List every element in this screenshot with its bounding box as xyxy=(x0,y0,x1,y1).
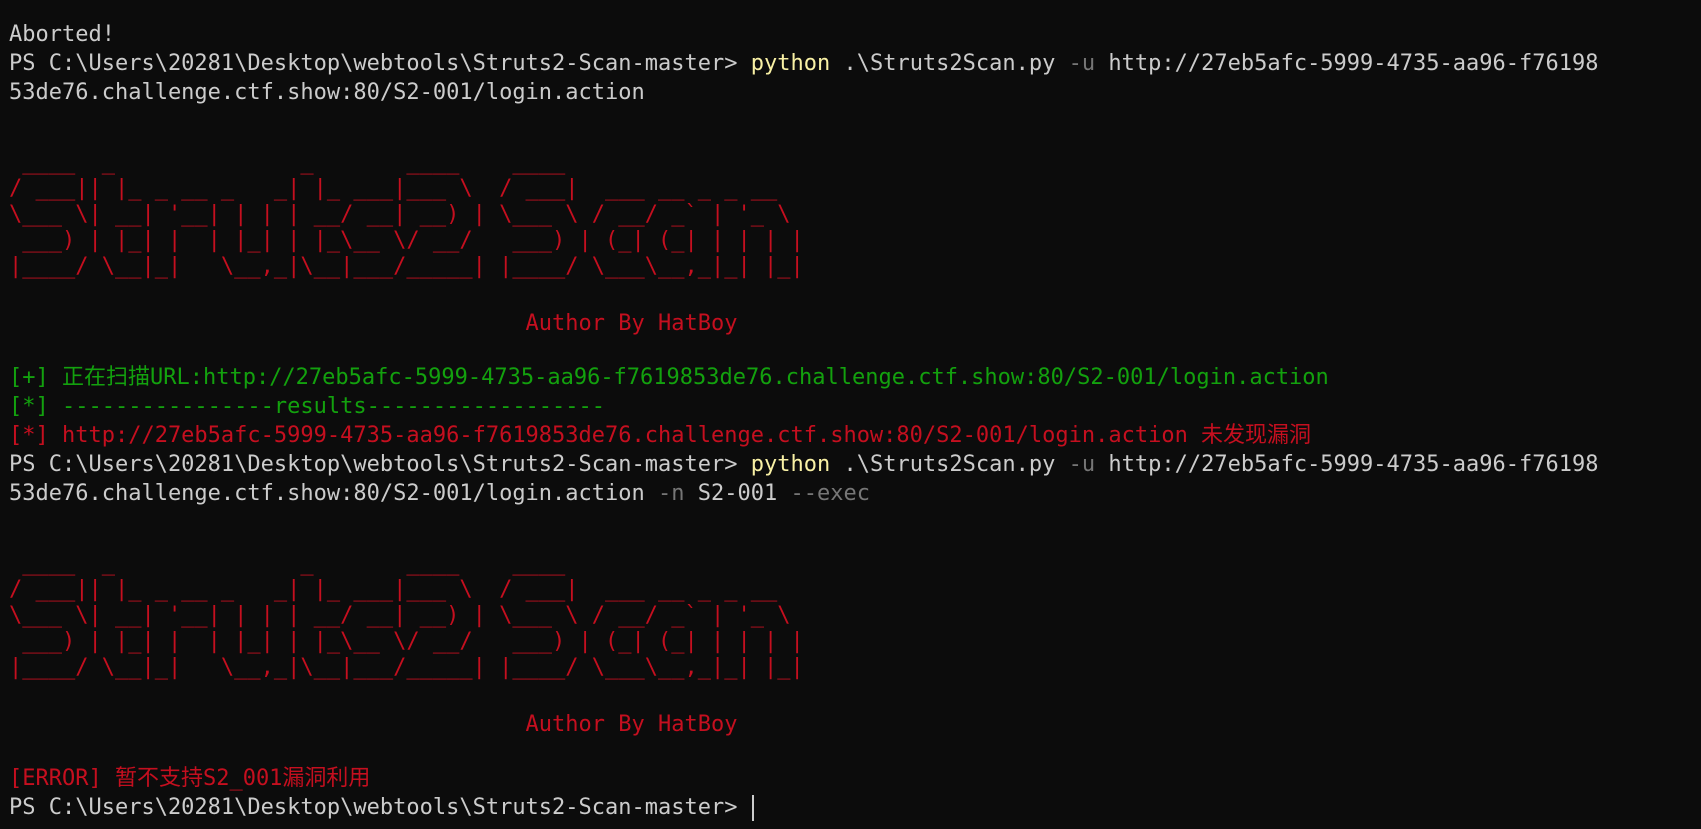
text-cursor xyxy=(751,795,754,821)
command-script: .\Struts2Scan.py xyxy=(830,452,1069,477)
arg-s2-001: S2-001 xyxy=(684,481,791,506)
banner-line: ___) | |_| | | |_| | |_\__ \/ __/ ___) |… xyxy=(9,228,804,253)
command-line-2-continuation: 53de76.challenge.ctf.show:80/S2-001/logi… xyxy=(9,479,1701,508)
flag-n: -n xyxy=(658,481,685,506)
ascii-banner-1: ____ _ _ ____ ____ / ___|| |_ _ __ _ _| … xyxy=(9,150,1701,280)
banner-line: ____ _ _ ____ ____ xyxy=(9,551,566,576)
banner-line: \___ \| __| '__| | | | __/ __| __) | \__… xyxy=(9,202,791,227)
terminal-window[interactable]: Aborted! PS C:\Users\20281\Desktop\webto… xyxy=(0,0,1701,829)
command-python: python xyxy=(750,452,831,477)
author-line-2: Author By HatBoy xyxy=(9,712,738,737)
url-part-1: http://27eb5afc-5999-4735-aa96-f76198 xyxy=(1095,452,1599,477)
flag-exec: --exec xyxy=(790,481,870,506)
flag-u: -u xyxy=(1068,51,1096,76)
prompt: PS C:\Users\20281\Desktop\webtools\Strut… xyxy=(9,795,751,820)
flag-u: -u xyxy=(1068,452,1096,477)
banner-line: / ___|| |_ _ __ _ _| |_ ___|___ \ / ___|… xyxy=(9,176,778,201)
banner-line: ___) | |_| | | |_| | |_\__ \/ __/ ___) |… xyxy=(9,629,804,654)
result-line: [*] http://27eb5afc-5999-4735-aa96-f7619… xyxy=(9,423,1312,448)
aborted-line: Aborted! xyxy=(9,22,115,47)
prompt: PS C:\Users\20281\Desktop\webtools\Strut… xyxy=(9,51,751,76)
command-line-2: PS C:\Users\20281\Desktop\webtools\Strut… xyxy=(9,450,1701,479)
banner-line: \___ \| __| '__| | | | __/ __| __) | \__… xyxy=(9,603,791,628)
author-line-1: Author By HatBoy xyxy=(9,311,738,336)
url-continuation-2: 53de76.challenge.ctf.show:80/S2-001/logi… xyxy=(9,481,659,506)
prompt: PS C:\Users\20281\Desktop\webtools\Strut… xyxy=(9,452,751,477)
banner-line: |____/ \__|_| \__,_|\__|___/_____| |____… xyxy=(9,254,804,279)
scan-info-line: [+] 正在扫描URL:http://27eb5afc-5999-4735-aa… xyxy=(9,365,1329,390)
banner-line: / ___|| |_ _ __ _ _| |_ ___|___ \ / ___|… xyxy=(9,577,778,602)
url-part-1: http://27eb5afc-5999-4735-aa96-f76198 xyxy=(1095,51,1599,76)
results-header-line: [*] ----------------results-------------… xyxy=(9,394,606,419)
banner-line: ____ _ _ ____ ____ xyxy=(9,150,566,175)
ascii-banner-2: ____ _ _ ____ ____ / ___|| |_ _ __ _ _| … xyxy=(9,551,1701,681)
final-prompt-line[interactable]: PS C:\Users\20281\Desktop\webtools\Strut… xyxy=(9,793,1701,822)
command-python: python xyxy=(750,51,831,76)
command-script: .\Struts2Scan.py xyxy=(830,51,1069,76)
error-line: [ERROR] 暂不支持S2_001漏洞利用 xyxy=(9,766,371,791)
banner-line: |____/ \__|_| \__,_|\__|___/_____| |____… xyxy=(9,655,804,680)
url-continuation-1: 53de76.challenge.ctf.show:80/S2-001/logi… xyxy=(9,80,645,105)
command-line-1: PS C:\Users\20281\Desktop\webtools\Strut… xyxy=(9,49,1701,78)
